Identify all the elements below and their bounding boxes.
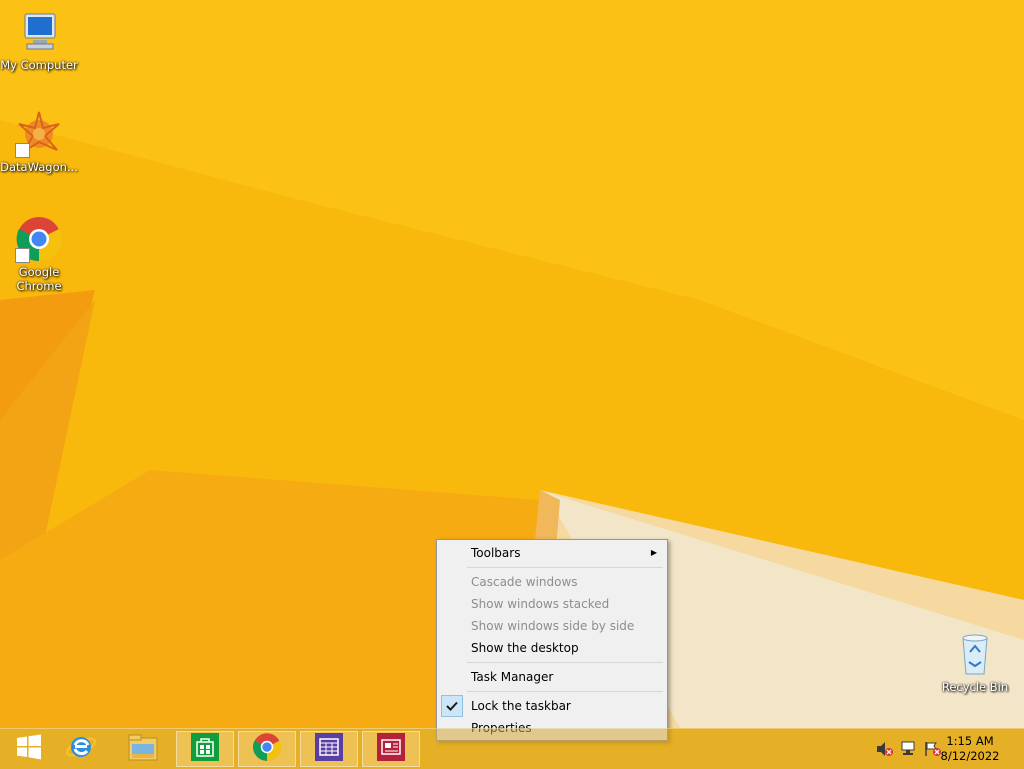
- file-explorer-icon: [127, 732, 159, 766]
- desktop-icon-label: DataWagon...: [0, 160, 78, 174]
- chrome-icon: [15, 215, 63, 263]
- datawagon-icon: [15, 110, 63, 158]
- menu-item-toolbars[interactable]: Toolbars ▶: [439, 542, 665, 564]
- menu-item-label: Show the desktop: [471, 641, 579, 655]
- computer-icon: [15, 8, 63, 56]
- internet-explorer-icon: [65, 731, 97, 767]
- taskbar-file-explorer[interactable]: [114, 731, 172, 767]
- menu-item-label: Show windows side by side: [471, 619, 635, 633]
- menu-separator: [467, 662, 663, 663]
- desktop-icon-datawagon[interactable]: DataWagon...: [0, 110, 78, 174]
- shortcut-arrow-icon: [15, 248, 30, 263]
- menu-item-show-windows-stacked: Show windows stacked: [439, 593, 665, 615]
- clock-time: 1:15 AM: [946, 734, 994, 748]
- clock-date: 8/12/2022: [940, 749, 1000, 763]
- menu-item-cascade-windows: Cascade windows: [439, 571, 665, 593]
- menu-separator: [467, 567, 663, 568]
- desktop-icon-my-computer[interactable]: My Computer: [0, 8, 78, 72]
- taskbar-internet-explorer[interactable]: [52, 731, 110, 767]
- desktop-icon-label: My Computer: [0, 58, 78, 72]
- desktop-icon-label: Recycle Bin: [941, 680, 1009, 694]
- menu-item-show-the-desktop[interactable]: Show the desktop: [439, 637, 665, 659]
- menu-item-show-windows-side-by-side: Show windows side by side: [439, 615, 665, 637]
- menu-item-label: Task Manager: [471, 670, 554, 684]
- shortcut-arrow-icon: [15, 143, 30, 158]
- taskbar-news-app[interactable]: [362, 731, 420, 767]
- volume-muted-icon[interactable]: [876, 741, 894, 761]
- desktop-icon-recycle-bin[interactable]: Recycle Bin: [936, 630, 1014, 694]
- menu-item-label: Toolbars: [471, 546, 521, 560]
- checkmark-icon: [441, 695, 463, 717]
- windows-start-icon: [15, 733, 43, 765]
- menu-item-label: Cascade windows: [471, 575, 578, 589]
- calendar-app-icon: [314, 732, 344, 766]
- taskbar-calendar-app[interactable]: [300, 731, 358, 767]
- taskbar[interactable]: 1:15 AM 8/12/2022: [0, 728, 1024, 769]
- menu-item-label: Show windows stacked: [471, 597, 610, 611]
- desktop-icon-google-chrome[interactable]: Google Chrome: [0, 215, 78, 293]
- recycle-bin-icon: [951, 630, 999, 678]
- desktop-icon-label: Google Chrome: [16, 265, 62, 293]
- menu-item-label: Lock the taskbar: [471, 699, 571, 713]
- chrome-icon: [252, 732, 282, 766]
- taskbar-context-menu: Toolbars ▶ Cascade windows Show windows …: [436, 539, 668, 741]
- submenu-arrow-icon: ▶: [650, 548, 657, 557]
- start-button[interactable]: [0, 731, 58, 767]
- menu-item-task-manager[interactable]: Task Manager: [439, 666, 665, 688]
- taskbar-clock[interactable]: 1:15 AM 8/12/2022: [938, 734, 1002, 764]
- network-icon[interactable]: [900, 741, 918, 761]
- menu-separator: [467, 691, 663, 692]
- taskbar-store[interactable]: [176, 731, 234, 767]
- system-tray: 1:15 AM 8/12/2022: [864, 729, 1024, 769]
- store-icon: [190, 732, 220, 766]
- taskbar-chrome[interactable]: [238, 731, 296, 767]
- menu-item-lock-the-taskbar[interactable]: Lock the taskbar: [439, 695, 665, 717]
- news-app-icon: [376, 732, 406, 766]
